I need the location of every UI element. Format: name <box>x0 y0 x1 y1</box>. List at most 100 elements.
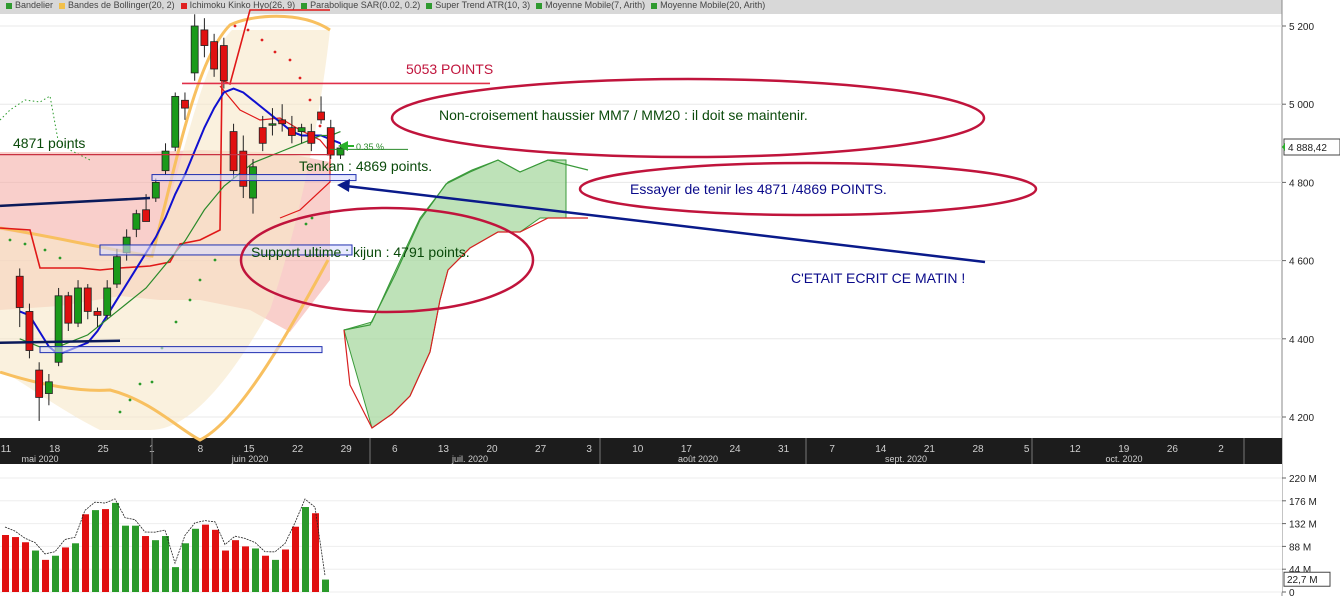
volume-tick-label: 88 M <box>1289 542 1311 553</box>
candle-body <box>83 287 92 312</box>
parabolic-sar-dot <box>310 216 314 220</box>
volume-bar <box>62 547 69 592</box>
date-day-tick: 27 <box>535 444 547 455</box>
candle-body <box>210 41 219 70</box>
date-day-tick: 22 <box>292 444 304 455</box>
candle-body <box>297 127 306 132</box>
volume-tick-label: 176 M <box>1289 497 1317 508</box>
volume-bar <box>22 542 29 592</box>
candle-body <box>93 311 102 316</box>
candle-body <box>35 369 44 398</box>
price-tick-label: 5 200 <box>1289 22 1314 33</box>
candle-body <box>200 29 209 46</box>
parabolic-sar-dot <box>23 242 27 246</box>
volume-bar <box>292 526 299 592</box>
candle-body <box>287 127 296 136</box>
candle-body <box>307 131 316 144</box>
candle-body <box>326 127 335 156</box>
date-day-tick: 31 <box>778 444 790 455</box>
date-month-label: oct. 2020 <box>1105 454 1142 464</box>
parabolic-sar-dot <box>304 222 308 226</box>
date-day-tick: 8 <box>198 444 204 455</box>
volume-bar <box>102 509 109 592</box>
parabolic-sar-dot <box>213 258 217 262</box>
parabolic-sar-dot <box>233 24 237 28</box>
date-day-tick: 10 <box>632 444 644 455</box>
annotation-tenkan: Tenkan : 4869 points. <box>299 158 433 174</box>
annotation-4871-points: 4871 points <box>13 135 86 151</box>
candle-body <box>229 131 238 172</box>
volume-bar <box>232 540 239 592</box>
volume-bar <box>312 513 319 592</box>
candle-body <box>15 275 24 308</box>
date-month-label: juil. 2020 <box>451 454 488 464</box>
annotation-etait-ecrit: C'ETAIT ECRIT CE MATIN ! <box>791 270 966 286</box>
parabolic-sar-dot <box>308 98 312 102</box>
volume-bar <box>242 546 249 592</box>
candle-body <box>249 166 257 199</box>
volume-bar <box>92 510 99 592</box>
date-day-tick: 13 <box>438 444 450 455</box>
parabolic-sar-dot <box>298 76 302 80</box>
parabolic-sar-dot <box>138 382 142 386</box>
volume-bar <box>142 536 149 592</box>
parabolic-sar-dot <box>8 238 12 242</box>
parabolic-sar-dot <box>150 380 154 384</box>
date-day-tick: 11 <box>1 444 12 455</box>
date-month-label: août 2020 <box>678 454 718 464</box>
volume-bar <box>212 529 219 592</box>
price-tick-label: 5 000 <box>1289 100 1314 111</box>
volume-bar <box>172 567 179 592</box>
volume-bar <box>72 543 79 592</box>
volume-bar <box>52 555 59 592</box>
parabolic-sar-dot <box>273 50 277 54</box>
candle-body <box>132 213 141 230</box>
candle-body <box>44 381 53 394</box>
date-month-label: sept. 2020 <box>885 454 927 464</box>
candle-body <box>268 123 277 126</box>
candle-body <box>142 209 150 222</box>
volume-bar <box>252 548 259 592</box>
parabolic-sar-dot <box>198 278 202 282</box>
volume-bar <box>112 502 119 592</box>
support-box-low <box>39 346 323 354</box>
candle-body <box>190 25 199 74</box>
price-tick-label: 4 200 <box>1289 413 1314 424</box>
parabolic-sar-dot <box>288 58 292 62</box>
volume-bar <box>2 535 9 592</box>
candle-body <box>151 181 160 199</box>
date-day-tick: 2 <box>1218 444 1224 455</box>
date-day-tick: 25 <box>98 444 110 455</box>
candle-body <box>25 311 34 351</box>
annotation-non-croisement: Non-croisement haussier MM7 / MM20 : il … <box>439 107 808 123</box>
parabolic-sar-dot <box>260 38 264 42</box>
date-day-tick: 26 <box>1167 444 1179 455</box>
chart-window: Bandelier Bandes de Bollinger(20, 2) Ichim… <box>0 0 1340 596</box>
date-day-tick: 6 <box>392 444 398 455</box>
parabolic-sar-dot <box>128 398 132 402</box>
volume-bar <box>202 524 209 592</box>
price-tick-label: 4 800 <box>1289 178 1314 189</box>
price-tick-label: 4 400 <box>1289 335 1314 346</box>
date-day-tick: 7 <box>829 444 835 455</box>
volume-bar <box>122 525 129 592</box>
last-volume-label: 22,7 M <box>1287 575 1318 586</box>
candle-body <box>103 287 112 316</box>
volume-bar <box>282 549 289 592</box>
volume-bar <box>222 550 229 592</box>
candle-body <box>181 99 189 109</box>
volume-bar <box>302 507 309 592</box>
price-chart: 5 2005 0004 8004 6004 4004 2001118251815… <box>0 0 1340 596</box>
annotation-pct-change: 0.35 % <box>356 142 385 152</box>
last-price-label: 4 888,42 <box>1288 143 1327 154</box>
annotation-essayer: Essayer de tenir les 4871 /4869 POINTS. <box>630 181 887 197</box>
date-day-tick: 5 <box>1024 444 1030 455</box>
volume-tick-label: 0 <box>1289 588 1295 596</box>
date-day-tick: 12 <box>1070 444 1082 455</box>
candle-body <box>64 295 73 324</box>
volume-bar <box>12 537 19 592</box>
parabolic-sar-dot <box>174 320 178 324</box>
parabolic-sar-dot <box>188 298 192 302</box>
date-day-tick: 29 <box>341 444 353 455</box>
candle-body <box>278 119 287 125</box>
